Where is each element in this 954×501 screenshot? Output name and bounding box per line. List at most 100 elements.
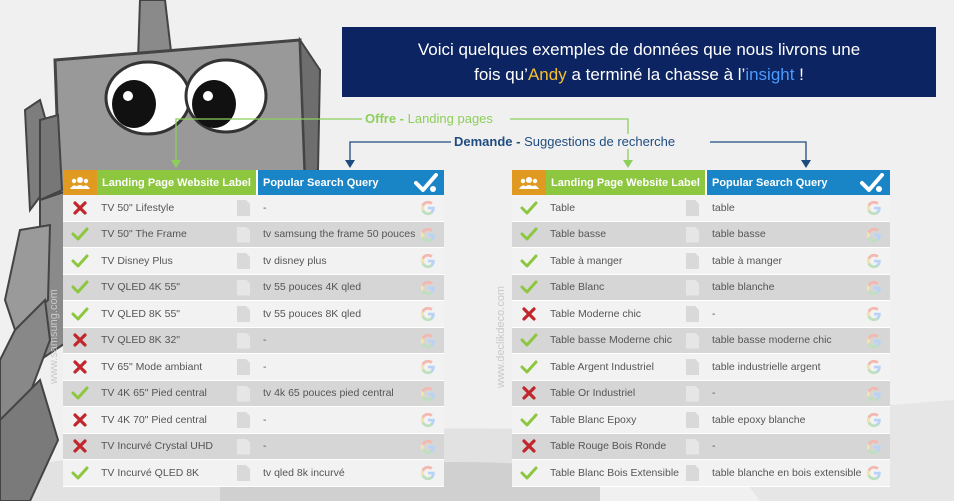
cross-icon xyxy=(63,354,97,380)
header-landing-page-label: Landing Page Website Label xyxy=(546,170,707,195)
landing-page-text: TV 4K 65" Pied central xyxy=(101,387,207,400)
landing-page-text: TV Incurvé QLED 8K xyxy=(101,466,200,479)
check-icon xyxy=(512,407,546,433)
landing-page-label: TV QLED 8K 32" xyxy=(97,328,258,354)
landing-page-label: Table Rouge Bois Ronde xyxy=(546,434,707,460)
table-row: Table à manger table à manger xyxy=(512,248,890,275)
legend-demande: Demande - Suggestions de recherche xyxy=(451,134,679,149)
header-query-text: Popular Search Query xyxy=(263,176,379,189)
search-query: tv 55 pouces 4K qled xyxy=(258,275,444,301)
document-icon xyxy=(237,200,250,216)
search-query-text: table à manger xyxy=(712,254,783,267)
header-popular-search-query: Popular Search Query xyxy=(707,170,890,195)
table-row: TV QLED 8K 32" - xyxy=(63,327,444,354)
landing-page-text: TV Incurvé Crystal UHD xyxy=(101,440,214,453)
landing-page-label: TV QLED 8K 55" xyxy=(97,301,258,327)
search-query: - xyxy=(258,354,444,380)
landing-page-label: TV QLED 4K 55" xyxy=(97,275,258,301)
legend-offre: Offre - Landing pages xyxy=(362,111,496,126)
document-icon xyxy=(237,226,250,243)
cross-icon xyxy=(63,407,97,433)
verified-check-icon xyxy=(860,173,884,192)
table-row: TV 50" The Frame tv samsung the frame 50 … xyxy=(63,221,444,248)
landing-page-label: Table basse xyxy=(546,222,707,248)
document-icon xyxy=(686,465,699,481)
landing-page-text: Table basse xyxy=(550,228,607,241)
comparison-table-samsung: Landing Page Website Label Popular Search… xyxy=(63,170,444,487)
document-icon xyxy=(686,226,699,243)
landing-page-label: Table Or Industriel xyxy=(546,381,707,407)
search-query: table industrielle argent xyxy=(707,354,890,380)
check-icon xyxy=(512,275,546,301)
document-icon xyxy=(686,253,699,269)
document-icon xyxy=(237,279,250,296)
watermark-declikdeco: www.declikdeco.com xyxy=(495,285,507,388)
check-icon xyxy=(63,275,97,301)
search-query: table blanche en bois extensible xyxy=(707,460,890,486)
search-query: tv 4k 65 pouces pied central xyxy=(258,381,444,407)
search-query: table basse moderne chic xyxy=(707,328,890,354)
search-query-text: tv 55 pouces 8K qled xyxy=(263,307,362,320)
check-icon xyxy=(512,195,546,221)
search-query-text: tv 4k 65 pouces pied central xyxy=(263,387,394,400)
landing-page-label: Table Blanc xyxy=(546,275,707,301)
document-icon xyxy=(686,438,699,455)
landing-page-label: TV Incurvé Crystal UHD xyxy=(97,434,258,460)
search-query-text: - xyxy=(263,334,267,347)
document-icon xyxy=(237,253,250,269)
landing-page-text: Table Argent Industriel xyxy=(550,360,654,373)
search-query: - xyxy=(707,434,890,460)
search-query-text: table industrielle argent xyxy=(712,360,821,373)
check-icon xyxy=(512,248,546,274)
search-query-text: table basse xyxy=(712,228,766,241)
search-query: tv samsung the frame 50 pouces xyxy=(258,222,444,248)
landing-page-text: Table Blanc Epoxy xyxy=(550,413,637,426)
search-query-text: - xyxy=(712,440,716,453)
landing-page-label: TV Incurvé QLED 8K xyxy=(97,460,258,486)
landing-page-text: Table Moderne chic xyxy=(550,307,642,320)
landing-page-text: Table à manger xyxy=(550,254,623,267)
search-query: - xyxy=(258,328,444,354)
table-row: TV 4K 65" Pied central tv 4k 65 pouces pi… xyxy=(63,380,444,407)
landing-page-label: Table xyxy=(546,195,707,221)
table-row: TV QLED 8K 55" tv 55 pouces 8K qled xyxy=(63,301,444,328)
document-icon xyxy=(686,306,699,322)
landing-page-label: Table Blanc Epoxy xyxy=(546,407,707,433)
landing-page-text: Table Blanc xyxy=(550,281,605,294)
landing-page-label: TV 4K 65" Pied central xyxy=(97,381,258,407)
landing-page-text: TV QLED 8K 32" xyxy=(101,334,181,347)
table-row: Table Or Industriel - xyxy=(512,380,890,407)
table-row: Table Moderne chic - xyxy=(512,301,890,328)
search-query-text: - xyxy=(263,360,267,373)
document-icon xyxy=(686,332,699,349)
landing-page-label: Table Blanc Bois Extensible xyxy=(546,460,707,486)
legend-demande-text: Suggestions de recherche xyxy=(520,134,676,149)
document-icon xyxy=(686,385,699,402)
search-query: table xyxy=(707,195,890,221)
cross-icon xyxy=(63,328,97,354)
landing-page-text: Table Rouge Bois Ronde xyxy=(550,440,667,453)
document-icon xyxy=(237,332,250,349)
landing-page-text: Table xyxy=(550,201,576,214)
search-query: table epoxy blanche xyxy=(707,407,890,433)
search-query: - xyxy=(258,434,444,460)
document-icon xyxy=(686,200,699,216)
document-icon xyxy=(237,412,250,428)
landing-page-label: TV 65" Mode ambiant xyxy=(97,354,258,380)
landing-page-text: Table Blanc Bois Extensible xyxy=(550,466,679,479)
table-header: Landing Page Website Label Popular Search… xyxy=(512,170,890,195)
landing-page-label: Table à manger xyxy=(546,248,707,274)
table-row: TV 50" Lifestyle - xyxy=(63,195,444,222)
search-query-text: tv qled 8k incurvé xyxy=(263,466,345,479)
search-query: - xyxy=(707,301,890,327)
search-query: tv disney plus xyxy=(258,248,444,274)
legend-offre-text: Landing pages xyxy=(404,111,493,126)
document-icon xyxy=(237,306,250,322)
check-icon xyxy=(63,460,97,486)
search-query: table blanche xyxy=(707,275,890,301)
check-icon xyxy=(63,222,97,248)
table-row: Table table xyxy=(512,195,890,222)
table-row: TV Disney Plus tv disney plus xyxy=(63,248,444,275)
users-icon xyxy=(512,170,546,195)
search-query-text: - xyxy=(712,387,716,400)
